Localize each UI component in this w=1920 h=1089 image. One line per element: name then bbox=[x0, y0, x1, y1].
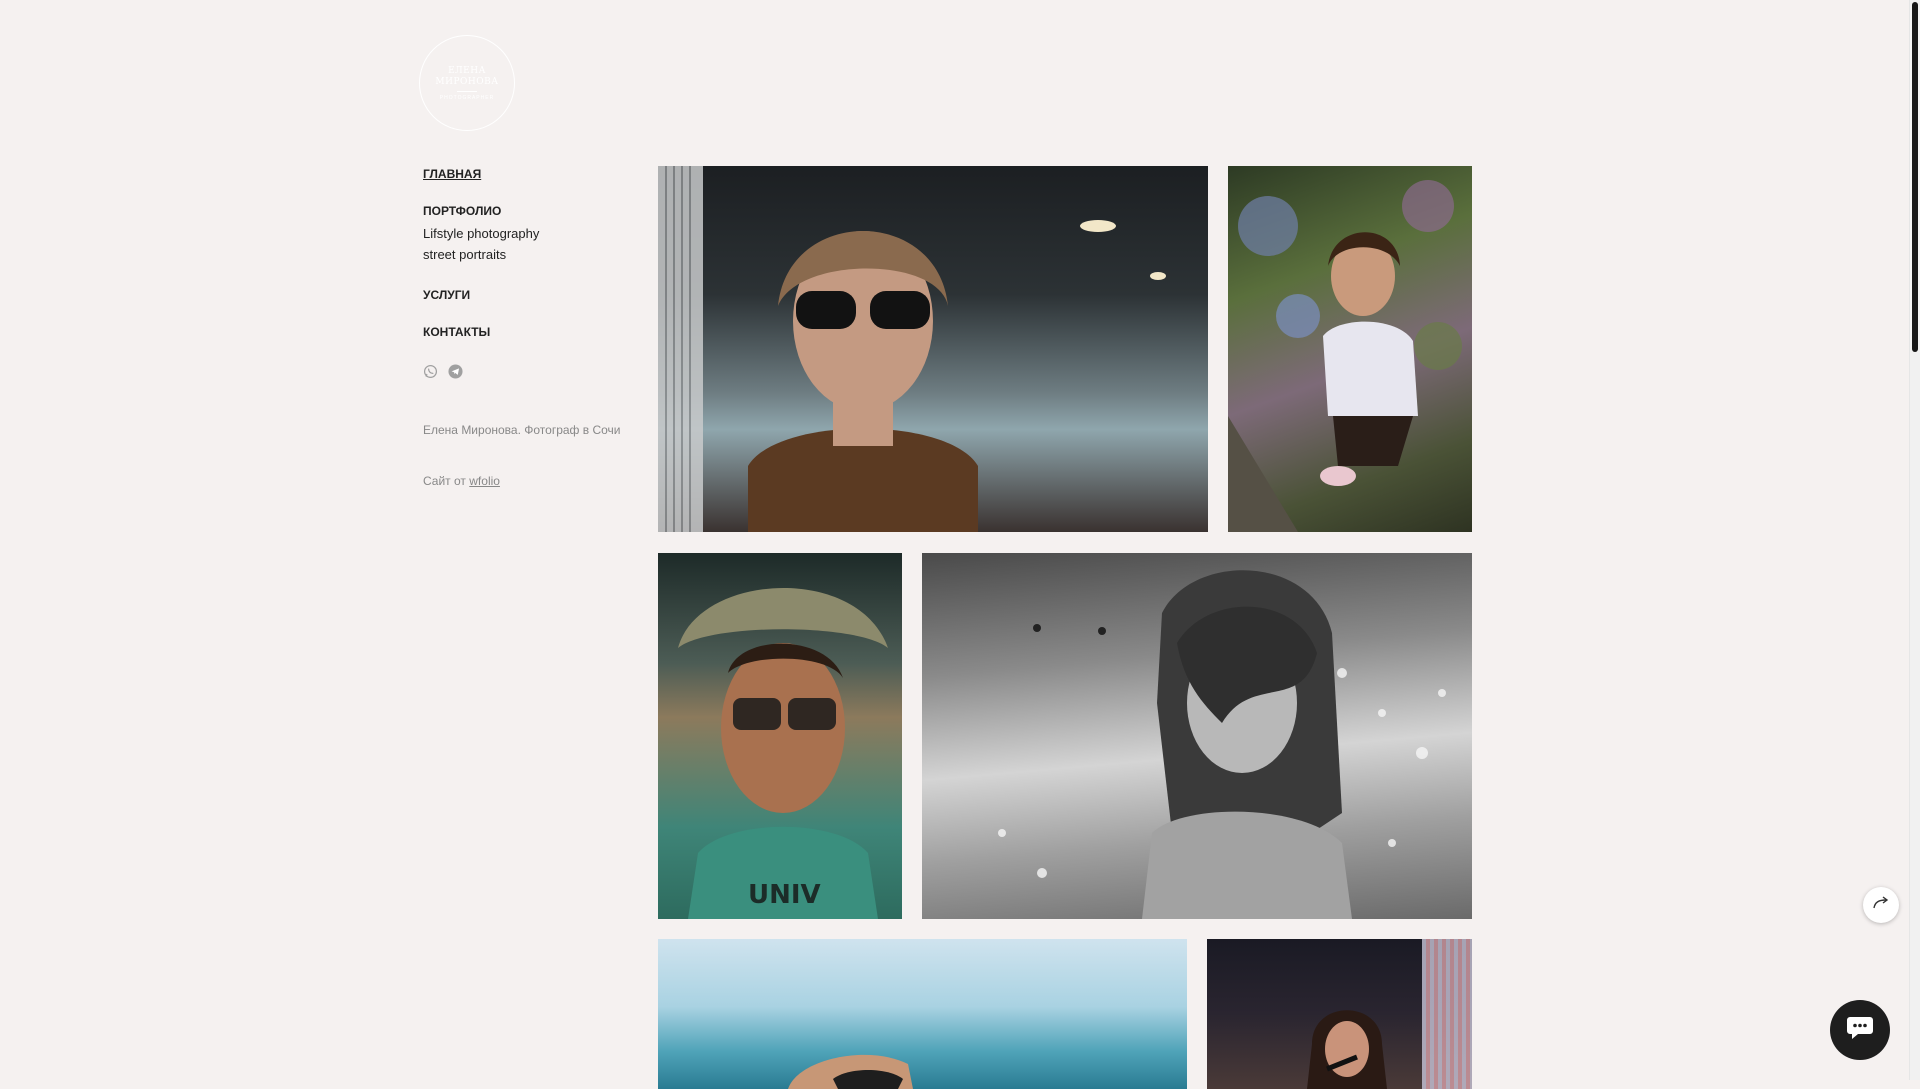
photo-singer[interactable] bbox=[1207, 939, 1472, 1089]
svg-text:UNIV: UNIV bbox=[748, 880, 821, 910]
photo-girl-sea-bw[interactable] bbox=[922, 553, 1472, 919]
nav-lifestyle-photography[interactable]: Lifstyle photography bbox=[423, 223, 643, 244]
chat-widget-button[interactable] bbox=[1830, 1000, 1890, 1060]
logo-line-3: PHOTOGRAPHER bbox=[439, 94, 495, 101]
site-credit: Сайт от wfolio bbox=[423, 474, 643, 488]
nav-home[interactable]: ГЛАВНАЯ bbox=[423, 167, 643, 182]
nav-services[interactable]: УСЛУГИ bbox=[423, 288, 643, 303]
photo-man-hat[interactable]: UNIV bbox=[658, 553, 902, 919]
logo-line-2: МИРОНОВА bbox=[435, 76, 499, 87]
nav-street-portraits[interactable]: street portraits bbox=[423, 244, 643, 265]
telegram-icon[interactable] bbox=[448, 364, 463, 379]
photo-sea-portrait[interactable] bbox=[658, 939, 1187, 1089]
logo-divider bbox=[457, 90, 477, 92]
sidebar-nav: ГЛАВНАЯ ПОРТФОЛИО Lifstyle photography s… bbox=[423, 165, 643, 488]
portfolio-submenu: Lifstyle photography street portraits bbox=[423, 223, 643, 265]
photo-girl-hydrangeas[interactable] bbox=[1228, 166, 1472, 532]
share-button[interactable] bbox=[1863, 887, 1899, 923]
social-links bbox=[423, 364, 643, 379]
logo-line-1: ЕЛЕНА bbox=[448, 65, 486, 76]
share-icon bbox=[1872, 895, 1890, 915]
chat-icon bbox=[1846, 1015, 1874, 1046]
scrollbar-thumb[interactable] bbox=[1912, 2, 1918, 352]
site-logo[interactable]: ЕЛЕНА МИРОНОВА PHOTOGRAPHER bbox=[419, 35, 515, 131]
photo-woman-sunglasses[interactable] bbox=[658, 166, 1208, 532]
nav-contacts[interactable]: КОНТАКТЫ bbox=[423, 325, 643, 340]
nav-portfolio[interactable]: ПОРТФОЛИО bbox=[423, 204, 643, 219]
whatsapp-icon[interactable] bbox=[423, 364, 438, 379]
site-tagline: Елена Миронова. Фотограф в Сочи bbox=[423, 423, 621, 437]
page-scrollbar[interactable] bbox=[1909, 0, 1920, 1080]
credit-prefix: Сайт от bbox=[423, 474, 466, 488]
wfolio-link[interactable]: wfolio bbox=[469, 474, 500, 488]
